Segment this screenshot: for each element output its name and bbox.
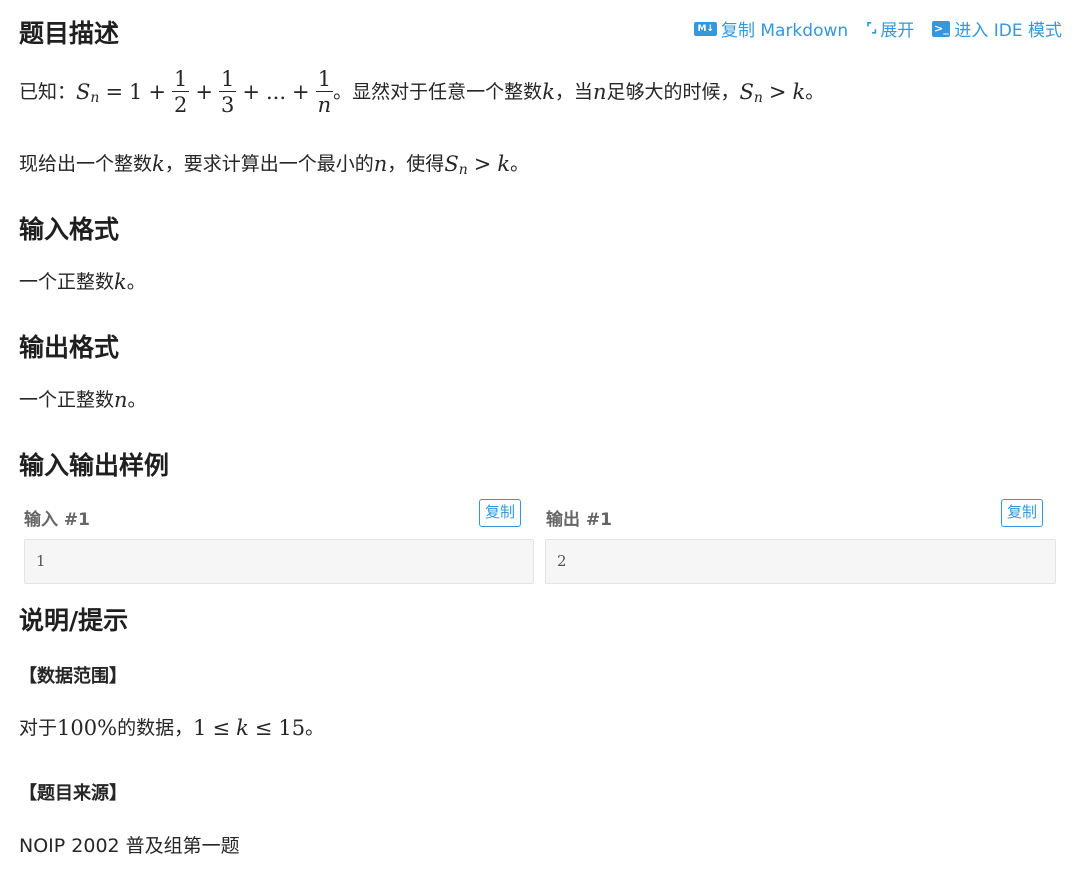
math-leq: ≤ — [254, 716, 273, 740]
copy-output-button[interactable]: 复制 — [1001, 499, 1044, 527]
sample-output-label: 输出 #1 — [546, 510, 612, 530]
text-known: 已知： — [19, 81, 77, 104]
math-s: S — [739, 80, 754, 105]
math-n: n — [373, 152, 388, 176]
math-k: k — [792, 80, 806, 105]
problem-toolbar: M↓ 复制 Markdown ⌜⌟ 展开 >_ 进入 IDE 模式 — [694, 16, 1062, 41]
input-format-text: 一个正整数 k 。 — [19, 270, 146, 294]
text-line1-enough: 足够大的时候， — [606, 81, 740, 104]
sample-input-label: 输入 #1 — [24, 510, 90, 530]
description-line-1: 已知： Sn = 1 + 12 + 13 + ... + 1n 。显然对于任意一… — [19, 67, 825, 118]
math-k: k — [152, 152, 165, 176]
math-plus: + — [242, 80, 260, 105]
ide-mode-button[interactable]: >_ 进入 IDE 模式 — [932, 16, 1062, 41]
fraction-third: 13 — [219, 67, 237, 118]
math-plus: + — [292, 80, 310, 105]
description-line-2: 现给出一个整数 k ，要求计算出一个最小的 n ，使得 Sn > k 。 — [19, 152, 530, 178]
section-title-output-format: 输出格式 — [19, 333, 120, 362]
math-sub-n: n — [90, 89, 100, 106]
source-text: NOIP 2002 普及组第一题 — [19, 835, 240, 857]
math-percent: 100% — [57, 716, 118, 740]
expand-button[interactable]: ⌜⌟ 展开 — [866, 16, 914, 41]
math-dots: ... — [266, 80, 287, 105]
output-format-text: 一个正整数 n 。 — [19, 388, 147, 412]
data-range-heading: 【数据范围】 — [19, 666, 127, 687]
math-n: n — [114, 388, 128, 412]
math-gt: > — [768, 80, 787, 105]
copy-markdown-label: 复制 Markdown — [720, 21, 849, 41]
math-eq: = — [105, 80, 124, 105]
math-k: k — [236, 716, 249, 740]
sample-input-box[interactable]: 1 — [24, 539, 534, 584]
fraction-half: 12 — [172, 67, 190, 118]
math-k: k — [542, 80, 555, 105]
text-line1-mid: 。显然对于任意一个整数 — [333, 81, 543, 104]
math-gt: > — [473, 152, 492, 176]
math-plus: + — [195, 80, 214, 105]
math-n: n — [592, 80, 607, 105]
section-title-description: 题目描述 — [19, 19, 120, 48]
terminal-icon: >_ — [932, 20, 951, 37]
math-k: k — [497, 152, 511, 176]
section-title-hint: 说明/提示 — [19, 606, 129, 635]
section-title-samples: 输入输出样例 — [19, 451, 170, 480]
fraction-one-over-n: 1n — [315, 67, 334, 118]
text-line1-when: ，当 — [554, 81, 593, 104]
copy-markdown-button[interactable]: M↓ 复制 Markdown — [694, 16, 848, 41]
data-range-text: 对于 100% 的数据， 1 ≤ k ≤ 15 。 — [19, 716, 325, 740]
copy-input-button[interactable]: 复制 — [479, 499, 522, 527]
expand-icon: ⌜⌟ — [866, 21, 877, 36]
math-plus: + — [148, 80, 167, 105]
math-s: S — [444, 152, 459, 176]
source-heading: 【题目来源】 — [19, 783, 127, 804]
section-title-input-format: 输入格式 — [19, 215, 120, 244]
sample-output-box[interactable]: 2 — [545, 539, 1056, 584]
expand-label: 展开 — [880, 21, 915, 41]
math-s: S — [76, 80, 91, 105]
math-k: k — [114, 270, 127, 294]
ide-mode-label: 进入 IDE 模式 — [954, 21, 1062, 41]
math-one: 1 — [129, 80, 143, 105]
markdown-icon: M↓ — [694, 21, 717, 36]
math-leq: ≤ — [212, 716, 231, 740]
